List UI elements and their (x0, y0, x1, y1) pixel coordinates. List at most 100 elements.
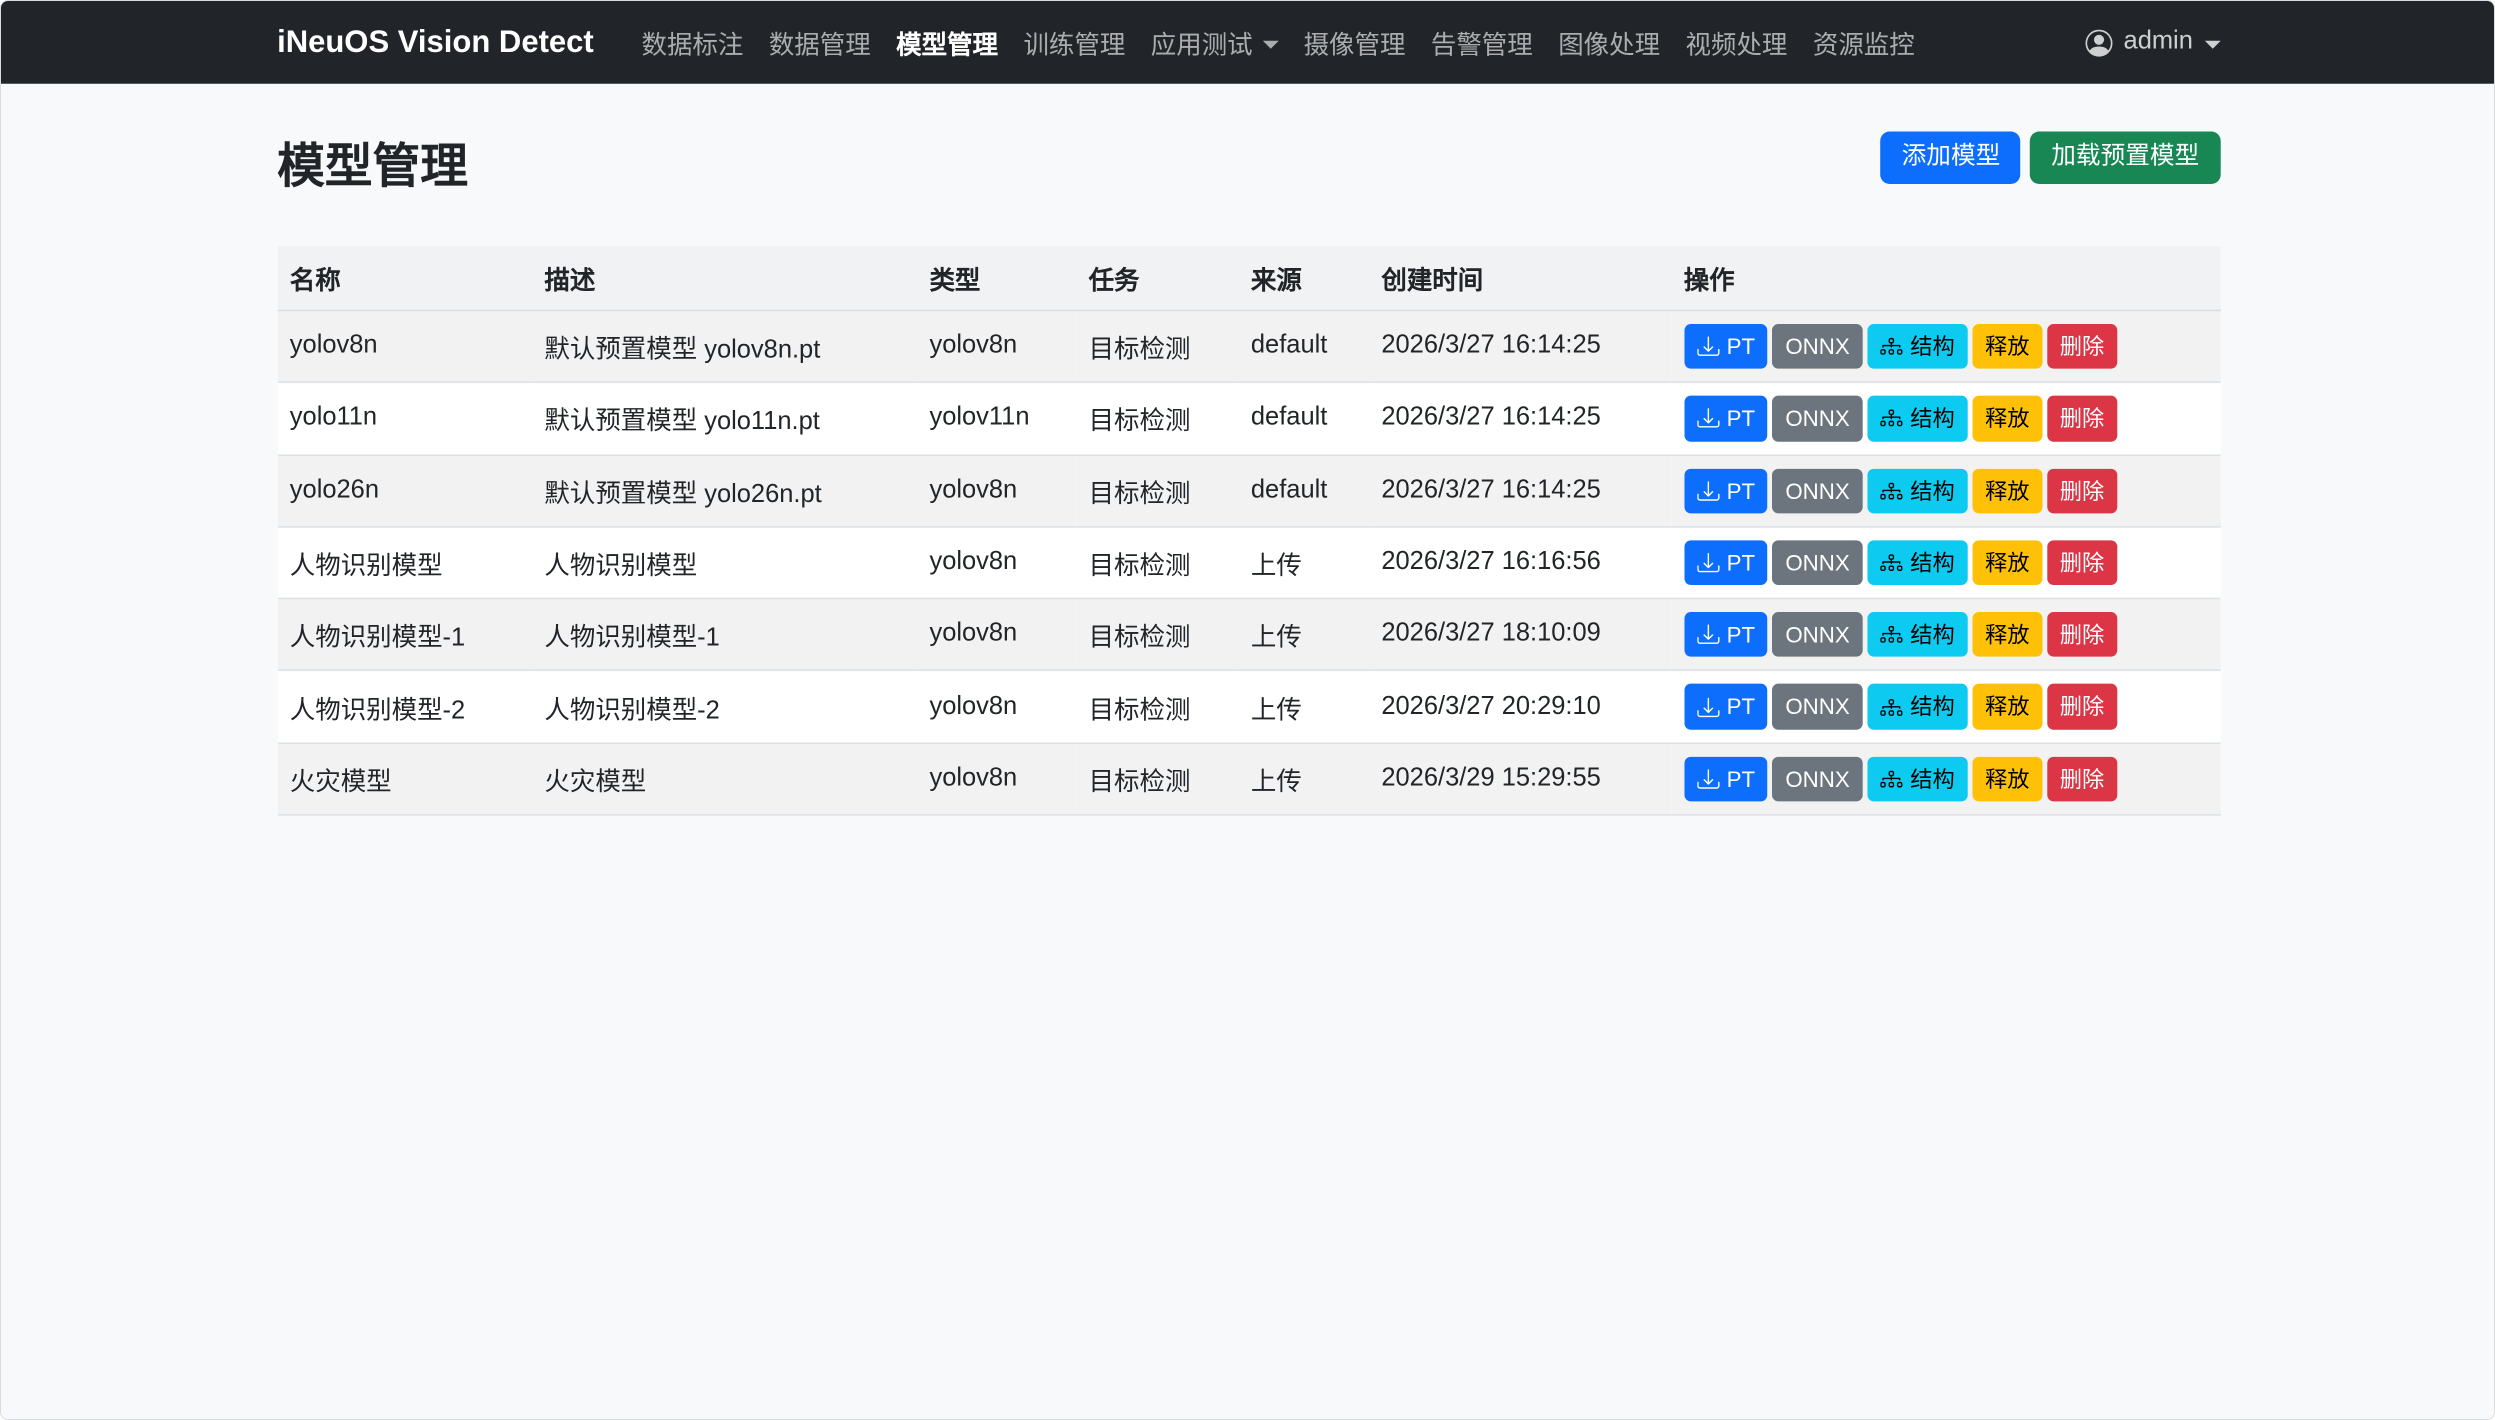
cell-actions: PT ONNX 结构释放删除 (1671, 599, 2220, 671)
button-label: 删除 (2060, 547, 2105, 579)
button-label: 结构 (1910, 330, 1955, 362)
nav-item-label: 视频处理 (1686, 23, 1788, 61)
delete-button[interactable]: 删除 (2047, 756, 2117, 801)
diagram-icon (1880, 407, 1902, 429)
delete-button[interactable]: 删除 (2047, 468, 2117, 513)
diagram-icon (1880, 335, 1902, 357)
button-label: 释放 (1985, 619, 2030, 651)
top-navbar: iNeuOS Vision Detect 数据标注数据管理模型管理训练管理应用测… (1, 1, 2495, 84)
button-label: 释放 (1985, 402, 2030, 434)
nav-item-label: 数据标注 (642, 23, 744, 61)
download-pt-button[interactable]: PT (1684, 756, 1768, 801)
nav-item[interactable]: 视频处理 (1673, 23, 1800, 61)
onnx-button[interactable]: ONNX (1773, 540, 1863, 585)
delete-button[interactable]: 删除 (2047, 684, 2117, 729)
app-brand[interactable]: iNeuOS Vision Detect (277, 24, 594, 61)
download-pt-button[interactable]: PT (1684, 684, 1768, 729)
cell-task: 目标检测 (1076, 743, 1238, 815)
release-button[interactable]: 释放 (1972, 540, 2042, 585)
cell-task: 目标检测 (1076, 383, 1238, 455)
cell-source: default (1238, 310, 1368, 382)
cell-source: default (1238, 455, 1368, 527)
nav-item[interactable]: 训练管理 (1011, 23, 1138, 61)
structure-button[interactable]: 结构 (1867, 612, 1967, 657)
cell-task: 目标检测 (1076, 455, 1238, 527)
button-label: 结构 (1910, 547, 1955, 579)
cell-source: 上传 (1238, 599, 1368, 671)
structure-button[interactable]: 结构 (1867, 540, 1967, 585)
onnx-button[interactable]: ONNX (1773, 612, 1863, 657)
download-icon (1696, 480, 1718, 502)
release-button[interactable]: 释放 (1972, 396, 2042, 441)
download-pt-button[interactable]: PT (1684, 468, 1768, 513)
release-button[interactable]: 释放 (1972, 756, 2042, 801)
download-pt-button[interactable]: PT (1684, 324, 1768, 369)
structure-button[interactable]: 结构 (1867, 684, 1967, 729)
nav-item[interactable]: 数据标注 (629, 23, 756, 61)
user-menu[interactable]: admin (2085, 28, 2220, 57)
nav-item[interactable]: 资源监控 (1800, 23, 1927, 61)
button-label: 删除 (2060, 330, 2105, 362)
cell-task: 目标检测 (1076, 310, 1238, 382)
nav-item-label: 告警管理 (1431, 23, 1533, 61)
delete-button[interactable]: 删除 (2047, 396, 2117, 441)
onnx-button[interactable]: ONNX (1773, 324, 1863, 369)
structure-button[interactable]: 结构 (1867, 756, 1967, 801)
model-table: 名称描述类型任务来源创建时间操作 yolov8n默认预置模型 yolov8n.p… (277, 246, 2220, 816)
cell-task: 目标检测 (1076, 527, 1238, 599)
nav-item[interactable]: 图像处理 (1545, 23, 1672, 61)
nav-item[interactable]: 模型管理 (883, 23, 1010, 61)
release-button[interactable]: 释放 (1972, 612, 2042, 657)
cell-type: yolov8n (917, 455, 1076, 527)
download-pt-button[interactable]: PT (1684, 396, 1768, 441)
cell-created: 2026/3/29 15:29:55 (1369, 743, 1671, 815)
structure-button[interactable]: 结构 (1867, 468, 1967, 513)
onnx-button[interactable]: ONNX (1773, 756, 1863, 801)
onnx-button[interactable]: ONNX (1773, 396, 1863, 441)
page-canvas: iNeuOS Vision Detect 数据标注数据管理模型管理训练管理应用测… (1, 1, 2495, 1420)
load-preset-model-button[interactable]: 加载预置模型 (2031, 131, 2220, 183)
button-label: 结构 (1910, 475, 1955, 507)
button-label: 释放 (1985, 475, 2030, 507)
table-row: yolo26n默认预置模型 yolo26n.ptyolov8n目标检测defau… (277, 455, 2220, 527)
cell-type: yolov8n (917, 527, 1076, 599)
button-label: PT (1727, 547, 1755, 579)
download-icon (1696, 624, 1718, 646)
button-label: PT (1727, 402, 1755, 434)
button-label: 结构 (1910, 402, 1955, 434)
cell-task: 目标检测 (1076, 599, 1238, 671)
nav-item-label: 资源监控 (1813, 23, 1915, 61)
onnx-button[interactable]: ONNX (1773, 468, 1863, 513)
delete-button[interactable]: 删除 (2047, 612, 2117, 657)
cell-source: 上传 (1238, 671, 1368, 743)
button-label: ONNX (1785, 402, 1849, 434)
page-title: 模型管理 (277, 127, 468, 197)
nav-item[interactable]: 应用测试 (1138, 23, 1291, 61)
download-pt-button[interactable]: PT (1684, 612, 1768, 657)
release-button[interactable]: 释放 (1972, 468, 2042, 513)
add-model-button[interactable]: 添加模型 (1881, 131, 2021, 183)
nav-item[interactable]: 摄像管理 (1291, 23, 1418, 61)
cell-created: 2026/3/27 20:29:10 (1369, 671, 1671, 743)
button-label: 删除 (2060, 691, 2105, 723)
button-label: 释放 (1985, 763, 2030, 795)
structure-button[interactable]: 结构 (1867, 396, 1967, 441)
nav-item[interactable]: 数据管理 (756, 23, 883, 61)
release-button[interactable]: 释放 (1972, 684, 2042, 729)
delete-button[interactable]: 删除 (2047, 540, 2117, 585)
diagram-icon (1880, 480, 1902, 502)
nav-item[interactable]: 告警管理 (1418, 23, 1545, 61)
button-label: PT (1727, 763, 1755, 795)
diagram-icon (1880, 696, 1902, 718)
download-pt-button[interactable]: PT (1684, 540, 1768, 585)
delete-button[interactable]: 删除 (2047, 324, 2117, 369)
onnx-button[interactable]: ONNX (1773, 684, 1863, 729)
download-icon (1696, 768, 1718, 790)
button-label: 删除 (2060, 619, 2105, 651)
button-label: PT (1727, 475, 1755, 507)
release-button[interactable]: 释放 (1972, 324, 2042, 369)
button-label: 释放 (1985, 691, 2030, 723)
structure-button[interactable]: 结构 (1867, 324, 1967, 369)
button-label: ONNX (1785, 619, 1849, 651)
nav-item-label: 数据管理 (769, 23, 871, 61)
